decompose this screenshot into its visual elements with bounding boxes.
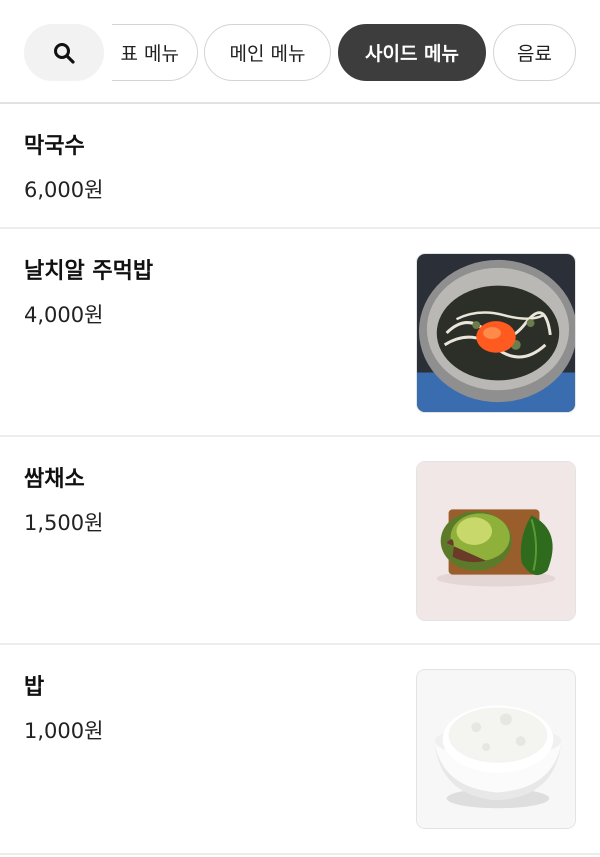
item-name: 밥 bbox=[24, 675, 45, 700]
tab-representative-menu[interactable]: 표 메뉴 bbox=[112, 24, 198, 81]
tab-drinks[interactable]: 음료 bbox=[493, 24, 576, 81]
search-button[interactable] bbox=[24, 24, 104, 81]
item-price: 4,000원 bbox=[24, 303, 104, 327]
item-name: 쌈채소 bbox=[24, 467, 85, 492]
item-price: 6,000원 bbox=[24, 178, 104, 202]
tab-side-menu[interactable]: 사이드 메뉴 bbox=[338, 24, 486, 81]
lettuce-wraps-photo bbox=[416, 461, 576, 621]
rice-ball-photo bbox=[416, 253, 576, 413]
item-price: 1,500원 bbox=[24, 511, 104, 535]
tab-main-menu[interactable]: 메인 메뉴 bbox=[204, 24, 331, 81]
menu-item[interactable]: 날치알 주먹밥 4,000원 bbox=[0, 229, 600, 437]
rice-bowl-photo bbox=[416, 669, 576, 829]
menu-item[interactable]: 밥 1,000원 bbox=[0, 645, 600, 855]
item-name: 날치알 주먹밥 bbox=[24, 259, 154, 284]
menu-item[interactable]: 막국수 6,000원 bbox=[0, 106, 600, 229]
item-price: 1,000원 bbox=[24, 719, 104, 743]
item-name: 막국수 bbox=[24, 134, 85, 159]
search-icon bbox=[54, 42, 75, 64]
category-tab-bar: 표 메뉴 메인 메뉴 사이드 메뉴 음료 bbox=[0, 0, 600, 104]
menu-item[interactable]: 쌈채소 1,500원 bbox=[0, 437, 600, 645]
